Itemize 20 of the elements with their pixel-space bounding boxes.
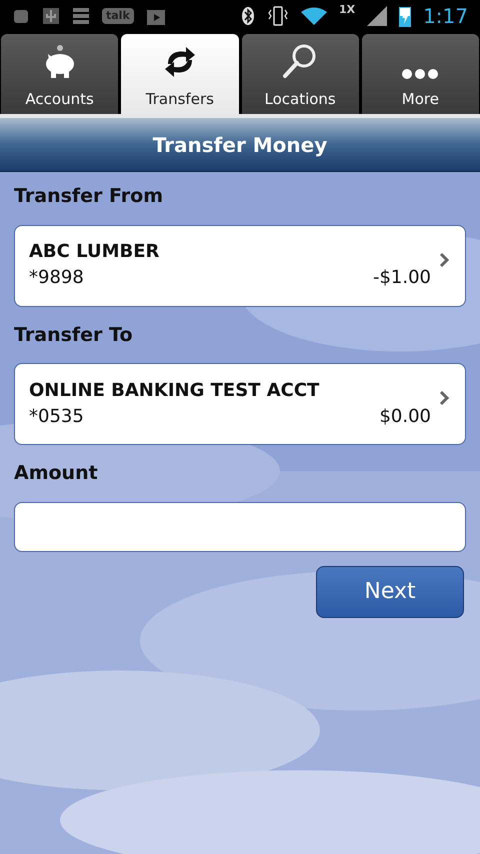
section-label: Amount (14, 461, 99, 486)
nav-tab[interactable]: Accounts (1, 34, 118, 114)
account-number: *9898 (29, 266, 84, 290)
account-balance: -$1.00 (372, 266, 431, 290)
account-name: ABC LUMBER (29, 240, 160, 264)
nav-tab[interactable]: Transfers (121, 34, 238, 114)
page-title: Transfer Money (152, 132, 328, 158)
clock-time: 1:17 (423, 3, 468, 30)
talk-icon: talk (102, 8, 134, 24)
section-label: Transfer To (14, 322, 134, 348)
next-button[interactable]: Next (316, 566, 464, 618)
section-label: Transfer From (14, 184, 164, 209)
account-card[interactable]: ABC LUMBER *9898 -$1.00 (14, 224, 466, 306)
account-name: ONLINE BANKING TEST ACCT (29, 378, 320, 402)
account-number: *0535 (29, 404, 84, 428)
account-balance: $0.00 (379, 404, 431, 428)
network-type-label: 1X (338, 2, 356, 18)
account-card[interactable]: ONLINE BANKING TEST ACCT *0535 $0.00 (14, 363, 466, 445)
nav-tab[interactable]: More (362, 34, 479, 114)
nav-tab[interactable]: Locations (242, 34, 359, 114)
